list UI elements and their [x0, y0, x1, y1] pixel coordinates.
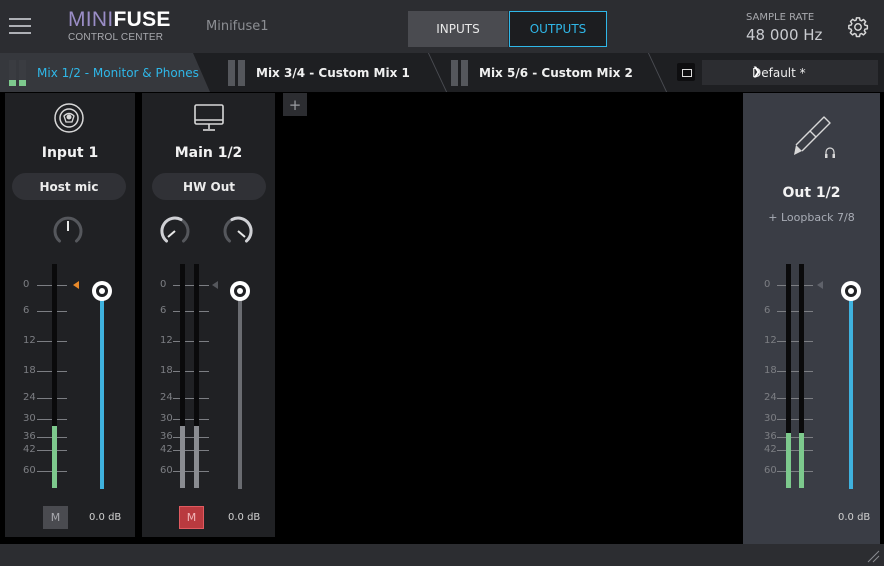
scale-tick: [173, 311, 209, 312]
gain-readout: 0.0 dB: [228, 512, 261, 523]
tab-mix-3-4[interactable]: Mix 3/4 - Custom Mix 1: [228, 53, 428, 92]
scale-tick: [777, 471, 813, 472]
peak-indicator: [212, 281, 218, 289]
gain-knob-left[interactable]: [159, 215, 191, 247]
scale-tick: [173, 398, 209, 399]
scale-tick: [777, 311, 813, 312]
scale-tick: [173, 371, 209, 372]
resize-grip-icon[interactable]: [866, 549, 880, 563]
mix-meter-icon: [451, 59, 469, 86]
level-meter-left: [786, 264, 791, 488]
headphone-jack-icon: [794, 116, 835, 158]
fader-track: [100, 291, 104, 489]
scale-tick: [777, 450, 813, 451]
computer-monitor-icon: [194, 104, 224, 131]
tab-mix-1-2[interactable]: Mix 1/2 - Monitor & Phones: [0, 53, 210, 92]
outputs-tab-button[interactable]: OUTPUTS: [509, 11, 607, 47]
channel-name: Input 1: [41, 145, 99, 161]
scale-tick: [173, 437, 209, 438]
tab-mix-5-6[interactable]: Mix 5/6 - Custom Mix 2: [451, 53, 651, 92]
scale-tick: [173, 471, 209, 472]
peak-indicator: [817, 281, 823, 289]
scale-tick: [173, 419, 209, 420]
mix-meter-icon: [228, 59, 246, 86]
source-select-pill[interactable]: HW Out: [152, 173, 266, 200]
tab-divider: [427, 53, 448, 92]
channel-strip-main-1-2: Main 1/2 HW Out 0 6 12 18 24 30 36 42 60…: [142, 93, 275, 537]
level-meter-right: [799, 264, 804, 488]
scale-tick: [777, 341, 813, 342]
mute-button[interactable]: M: [43, 506, 68, 529]
output-name: Out 1/2: [782, 185, 841, 201]
gain-readout: 0.0 dB: [838, 512, 871, 523]
logo: MINIFUSE CONTROL CENTER: [68, 8, 171, 44]
volume-fader[interactable]: [230, 281, 250, 301]
scale-tick: [777, 398, 813, 399]
scale-tick: [173, 341, 209, 342]
status-bar: [0, 544, 884, 566]
tab-label: Mix 1/2 - Monitor & Phones: [37, 65, 199, 80]
mix-meter-icon: [9, 59, 27, 86]
loopback-label: + Loopback 7/8: [768, 211, 855, 224]
menu-icon[interactable]: [9, 18, 31, 34]
gain-readout: 0.0 dB: [89, 512, 122, 523]
top-bar: MINIFUSE CONTROL CENTER Minifuse1 INPUTS…: [0, 0, 884, 53]
inputs-tab-button[interactable]: INPUTS: [408, 11, 508, 47]
scale-tick: [777, 437, 813, 438]
device-name: Minifuse1: [206, 19, 269, 34]
settings-gear-icon[interactable]: [847, 16, 869, 38]
preset-select[interactable]: Default * ❯: [702, 60, 878, 85]
mute-button[interactable]: M: [179, 506, 204, 529]
fader-track: [238, 291, 242, 489]
level-meter-right: [194, 264, 199, 488]
xlr-combo-jack-icon: [54, 103, 84, 133]
source-select-pill[interactable]: Host mic: [12, 173, 126, 200]
volume-fader[interactable]: [841, 281, 861, 301]
sample-rate-label: SAMPLE RATE: [746, 12, 815, 23]
scale-tick: [777, 419, 813, 420]
tab-label: Mix 5/6 - Custom Mix 2: [479, 65, 633, 80]
tab-label: Mix 3/4 - Custom Mix 1: [256, 65, 410, 80]
chevron-down-icon: ❯: [752, 65, 762, 78]
gain-knob-right[interactable]: [222, 215, 254, 247]
channel-name: Main 1/2: [174, 145, 243, 161]
output-strip-out-1-2: Out 1/2 + Loopback 7/8 0 6 12 18 24 30 3…: [743, 93, 880, 544]
add-channel-button[interactable]: +: [283, 93, 307, 116]
scale-tick: [173, 450, 209, 451]
sample-rate-value[interactable]: 48 000 Hz: [746, 26, 822, 44]
channel-strip-input-1: Input 1 Host mic 0 6 12 18 24 30 36 42 6…: [5, 93, 135, 537]
fader-track: [849, 291, 853, 489]
scale-tick: [777, 371, 813, 372]
peak-indicator: [73, 281, 79, 289]
level-meter-left: [180, 264, 185, 488]
volume-fader[interactable]: [92, 281, 112, 301]
gain-knob[interactable]: [52, 215, 84, 247]
scale-tick: [173, 285, 209, 286]
level-meter: [52, 264, 57, 488]
scale-tick: [777, 285, 813, 286]
window-toggle-button[interactable]: [677, 63, 695, 81]
